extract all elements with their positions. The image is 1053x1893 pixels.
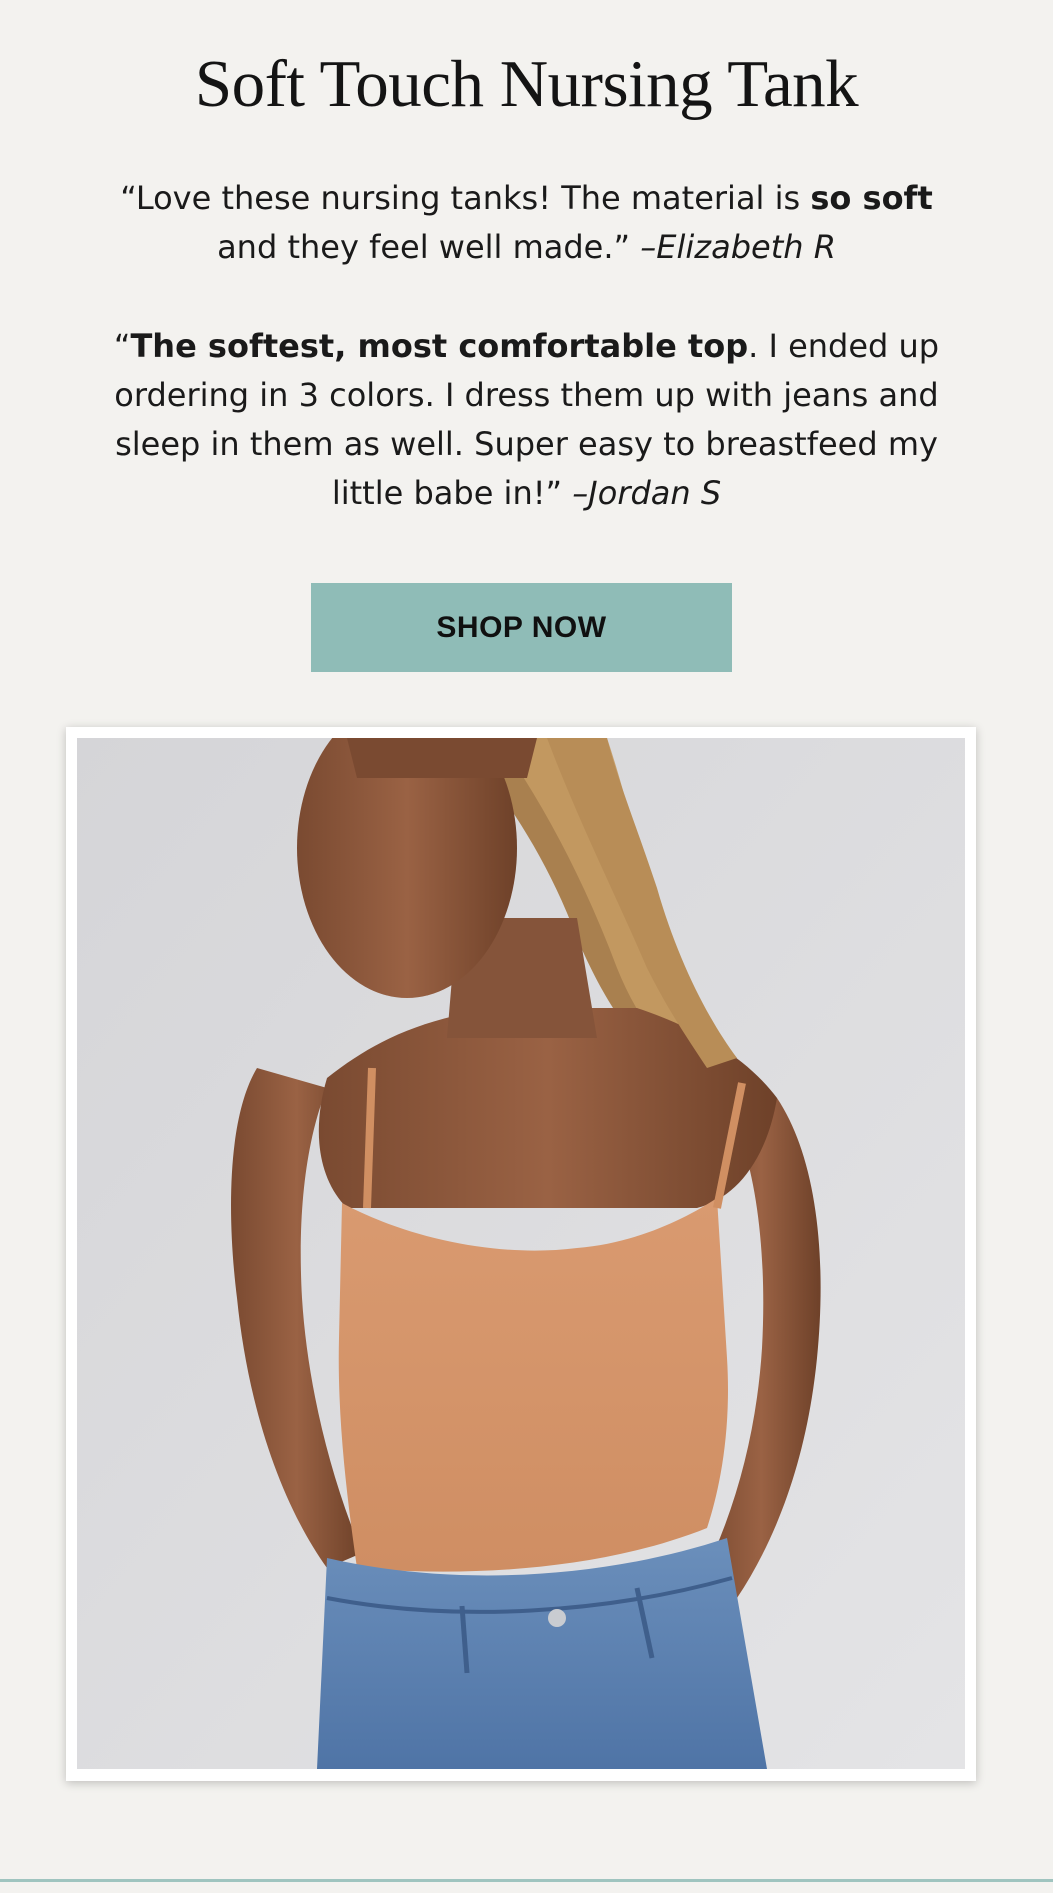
review-2-highlight: The softest, most comfortable top (130, 327, 749, 365)
review-quote-2: “The softest, most comfortable top. I en… (110, 322, 943, 518)
page-title: Soft Touch Nursing Tank (194, 47, 859, 121)
review-2-author: –Jordan S (572, 474, 722, 512)
review-1-highlight: so soft (810, 179, 933, 217)
review-2-open-quote: “ (113, 327, 131, 365)
model-wearing-tank-image (77, 738, 965, 1769)
product-photo[interactable] (77, 738, 965, 1769)
bottom-divider (0, 1879, 1053, 1882)
review-1-author: –Elizabeth R (640, 228, 836, 266)
product-photo-frame (66, 727, 976, 1781)
review-quote-1: “Love these nursing tanks! The material … (110, 174, 943, 272)
review-1-text-before: Love these nursing tanks! The material i… (135, 179, 811, 217)
review-1-open-quote: “ (120, 179, 136, 217)
review-1-text-after: and they feel well made.” (217, 228, 641, 266)
shop-now-button[interactable]: SHOP NOW (311, 583, 732, 672)
